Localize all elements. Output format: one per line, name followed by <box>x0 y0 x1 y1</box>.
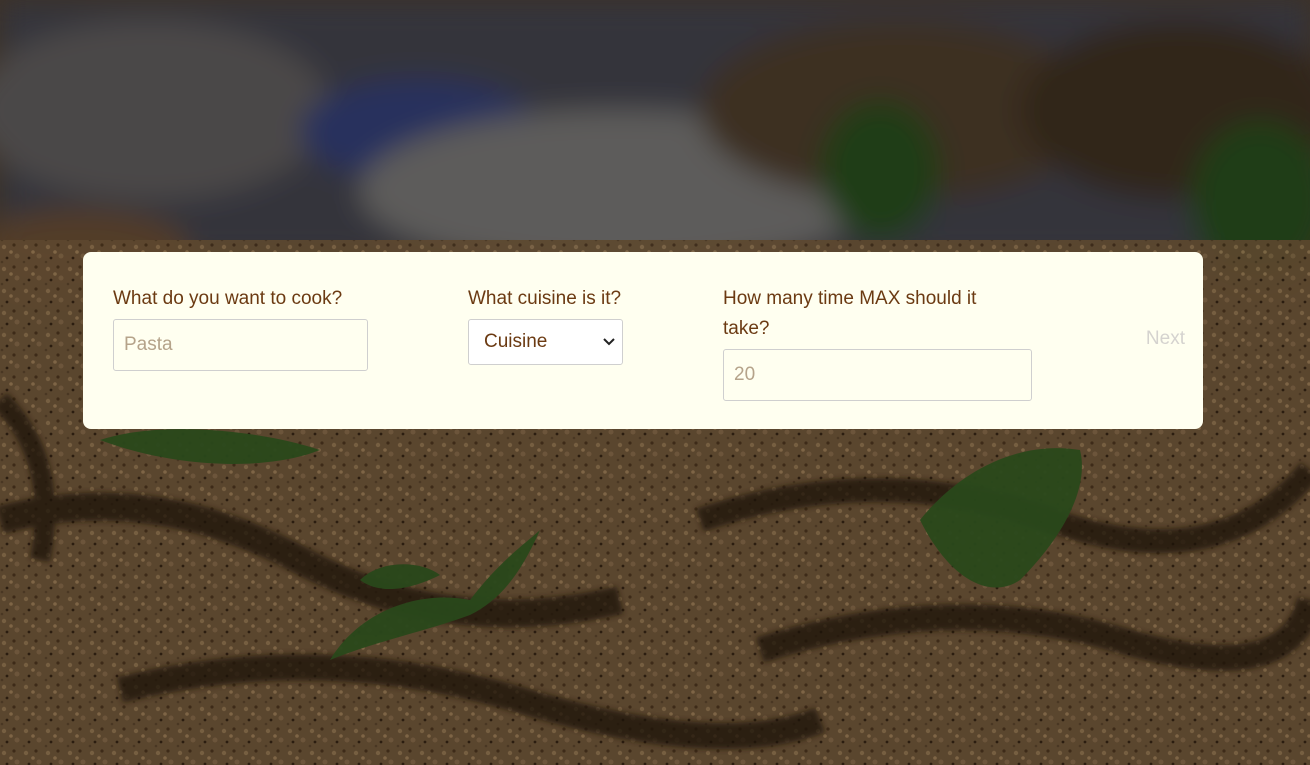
time-label: How many time MAX should it take? <box>723 288 977 339</box>
cuisine-select[interactable]: Cuisine <box>468 319 623 365</box>
cuisine-label: What cuisine is it? <box>468 288 622 309</box>
next-button[interactable]: Next <box>1146 328 1185 350</box>
cook-input[interactable] <box>113 319 368 371</box>
chevron-down-icon <box>603 338 615 346</box>
cook-label: What do you want to cook? <box>113 288 343 309</box>
cuisine-selected-value: Cuisine <box>484 331 548 352</box>
cuisine-field: What cuisine is it? Cuisine <box>468 284 628 365</box>
search-form-card: What do you want to cook? What cuisine i… <box>83 252 1203 429</box>
cook-field: What do you want to cook? <box>113 284 413 371</box>
page: What do you want to cook? What cuisine i… <box>0 0 1310 765</box>
time-input[interactable] <box>723 349 1032 401</box>
time-field: How many time MAX should it take? <box>723 284 1032 401</box>
